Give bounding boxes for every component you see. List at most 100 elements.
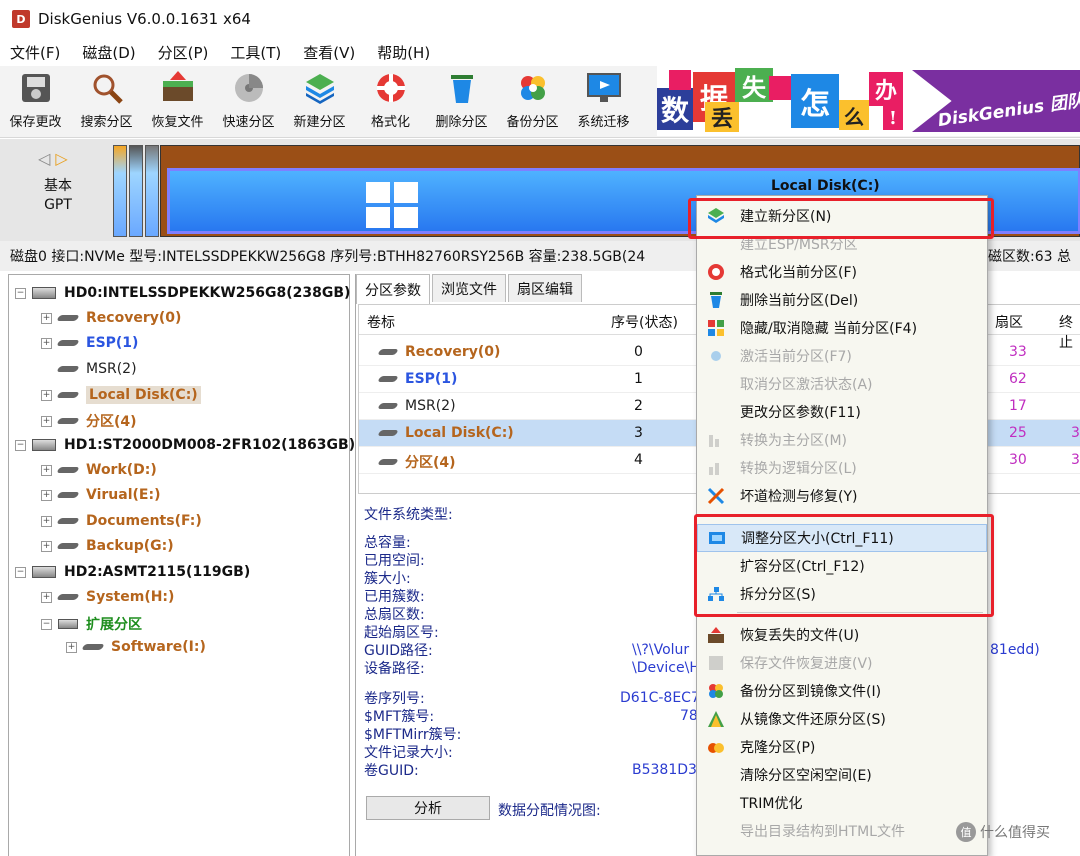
fs-type-label: 文件系统类型: xyxy=(364,507,453,523)
tree-partition[interactable]: + Work(D:) xyxy=(41,462,157,478)
export-icon xyxy=(707,822,725,840)
detail-label: 文件记录大小: xyxy=(364,745,453,761)
col-volume[interactable]: 卷标 xyxy=(367,312,395,332)
col-index[interactable]: 序号(状态) xyxy=(611,312,678,332)
menu-item-deactivate[interactable]: 取消分区激活状态(A) xyxy=(697,370,987,398)
recover-files-button[interactable]: 恢复文件 xyxy=(142,66,213,138)
params-icon xyxy=(707,403,725,421)
expand-icon[interactable]: + xyxy=(41,389,52,401)
menu-tools[interactable]: 工具(T) xyxy=(230,42,281,63)
expand-icon[interactable]: + xyxy=(41,415,52,427)
watermark-text: 什么值得买 xyxy=(980,825,1050,841)
detail-label: GUID路径: xyxy=(364,643,433,659)
tab-partition-params[interactable]: 分区参数 xyxy=(356,274,430,304)
menu-item-restore-image[interactable]: 从镜像文件还原分区(S) xyxy=(697,705,987,733)
disk-table-label: GPT xyxy=(44,197,72,213)
expand-icon[interactable]: + xyxy=(41,540,52,552)
partition-block-esp[interactable] xyxy=(129,145,143,237)
menu-item-format[interactable]: 格式化当前分区(F) xyxy=(697,258,987,286)
hide-icon xyxy=(707,319,725,337)
tree-partition[interactable]: + Documents(F:) xyxy=(41,513,202,529)
expand-icon[interactable]: + xyxy=(66,641,77,653)
detail-label: 已用簇数: xyxy=(364,589,425,605)
tree-partition[interactable]: MSR(2) xyxy=(56,361,137,377)
menu-item-clone[interactable]: 克隆分区(P) xyxy=(697,733,987,761)
collapse-icon[interactable]: − xyxy=(15,439,26,451)
trim-icon xyxy=(707,794,725,812)
expand-icon[interactable]: + xyxy=(41,591,52,603)
partition-block-recovery[interactable] xyxy=(113,145,127,237)
tab-sector-editor[interactable]: 扇区编辑 xyxy=(508,274,582,302)
tree-partition[interactable]: + ESP(1) xyxy=(41,335,138,351)
tree-extended-partition[interactable]: − 扩展分区 xyxy=(41,614,142,634)
tree-partition[interactable]: + Virual(E:) xyxy=(41,487,160,503)
format-button[interactable]: 格式化 xyxy=(355,66,426,138)
menu-item-to-logical[interactable]: 转换为逻辑分区(L) xyxy=(697,454,987,482)
menu-item-to-primary[interactable]: 转换为主分区(M) xyxy=(697,426,987,454)
tree-partition-selected[interactable]: + Local Disk(C:) xyxy=(41,386,201,404)
menu-view[interactable]: 查看(V) xyxy=(303,42,355,63)
tree-partition[interactable]: + System(H:) xyxy=(41,589,174,605)
expand-icon[interactable]: + xyxy=(41,489,52,501)
tree-partition[interactable]: + Backup(G:) xyxy=(41,538,174,554)
tree-partition[interactable]: + Recovery(0) xyxy=(41,310,181,326)
menu-item-repair[interactable]: 坏道检测与修复(Y) xyxy=(697,482,987,510)
menu-item-wipe[interactable]: 清除分区空闲空间(E) xyxy=(697,761,987,789)
expand-icon[interactable]: + xyxy=(41,312,52,324)
collapse-icon[interactable]: − xyxy=(41,618,52,630)
partition-icon xyxy=(56,467,80,473)
system-migration-button[interactable]: 系统迁移 xyxy=(568,66,639,138)
menu-disk[interactable]: 磁盘(D) xyxy=(82,42,135,63)
menu-file[interactable]: 文件(F) xyxy=(10,42,60,63)
partition-icon xyxy=(56,492,80,498)
menu-item-activate[interactable]: 激活当前分区(F7) xyxy=(697,342,987,370)
delete-partition-button[interactable]: 删除分区 xyxy=(426,66,497,138)
new-partition-button[interactable]: 新建分区 xyxy=(284,66,355,138)
tree-disk-hd2[interactable]: − HD2:ASMT2115(119GB) xyxy=(15,564,250,580)
collapse-icon[interactable]: − xyxy=(15,287,26,299)
save-icon xyxy=(16,70,56,106)
menu-item-restore-files[interactable]: 恢复丢失的文件(U) xyxy=(697,621,987,649)
menu-item-delete[interactable]: 删除当前分区(Del) xyxy=(697,286,987,314)
menu-item-hide[interactable]: 隐藏/取消隐藏 当前分区(F4) xyxy=(697,314,987,342)
analyze-button[interactable]: 分析 xyxy=(366,796,490,820)
menu-item-export-html[interactable]: 导出目录结构到HTML文件 xyxy=(697,817,987,845)
menu-item-params[interactable]: 更改分区参数(F11) xyxy=(697,398,987,426)
col-sector[interactable]: 扇区 xyxy=(995,312,1023,332)
partition-icon xyxy=(56,315,80,321)
backup-partition-button[interactable]: 备份分区 xyxy=(497,66,568,138)
tab-browse-files[interactable]: 浏览文件 xyxy=(432,274,506,302)
menu-partition[interactable]: 分区(P) xyxy=(158,42,209,63)
partition-icon xyxy=(377,376,399,382)
hard-disk-icon xyxy=(32,566,56,578)
tree-partition[interactable]: + Software(I:) xyxy=(66,639,206,655)
promo-banner[interactable]: 数 据 丢 失 怎 么 办 ! DiskGenius 团队 xyxy=(657,66,1080,136)
tree-partition[interactable]: + 分区(4) xyxy=(41,411,137,431)
menu-bar: 文件(F) 磁盘(D) 分区(P) 工具(T) 查看(V) 帮助(H) xyxy=(0,38,1080,66)
expand-icon[interactable]: + xyxy=(41,464,52,476)
recover-files-icon xyxy=(158,70,198,106)
search-partition-button[interactable]: 搜索分区 xyxy=(71,66,142,138)
menu-item-save-progress[interactable]: 保存文件恢复进度(V) xyxy=(697,649,987,677)
partition-icon xyxy=(56,366,80,372)
tree-disk-hd1[interactable]: − HD1:ST2000DM008-2FR102(1863GB) xyxy=(15,437,355,453)
expand-icon[interactable]: + xyxy=(41,337,52,349)
tree-disk-hd0[interactable]: − HD0:INTELSSDPEKKW256G8(238GB) xyxy=(15,285,350,301)
arrow-right-icon[interactable]: ▷ xyxy=(55,149,67,168)
arrow-left-icon[interactable]: ◁ xyxy=(38,149,50,168)
collapse-icon[interactable]: − xyxy=(15,566,26,578)
expand-icon[interactable]: + xyxy=(41,515,52,527)
vol-guid-value: B5381D3 xyxy=(632,762,697,778)
menu-help[interactable]: 帮助(H) xyxy=(377,42,430,63)
repair-icon xyxy=(707,487,725,505)
save-changes-button[interactable]: 保存更改 xyxy=(0,66,71,138)
allocation-map-label: 数据分配情况图: xyxy=(498,803,601,819)
menu-item-backup-image[interactable]: 备份分区到镜像文件(I) xyxy=(697,677,987,705)
menu-item-trim[interactable]: TRIM优化 xyxy=(697,789,987,817)
detail-label: 簇大小: xyxy=(364,571,411,587)
quick-partition-button[interactable]: 快速分区 xyxy=(213,66,284,138)
disk-nav-arrows[interactable]: ◁ ▷ xyxy=(38,149,68,168)
partition-icon xyxy=(377,430,399,436)
quick-partition-icon xyxy=(229,70,269,106)
partition-block-msr[interactable] xyxy=(145,145,159,237)
